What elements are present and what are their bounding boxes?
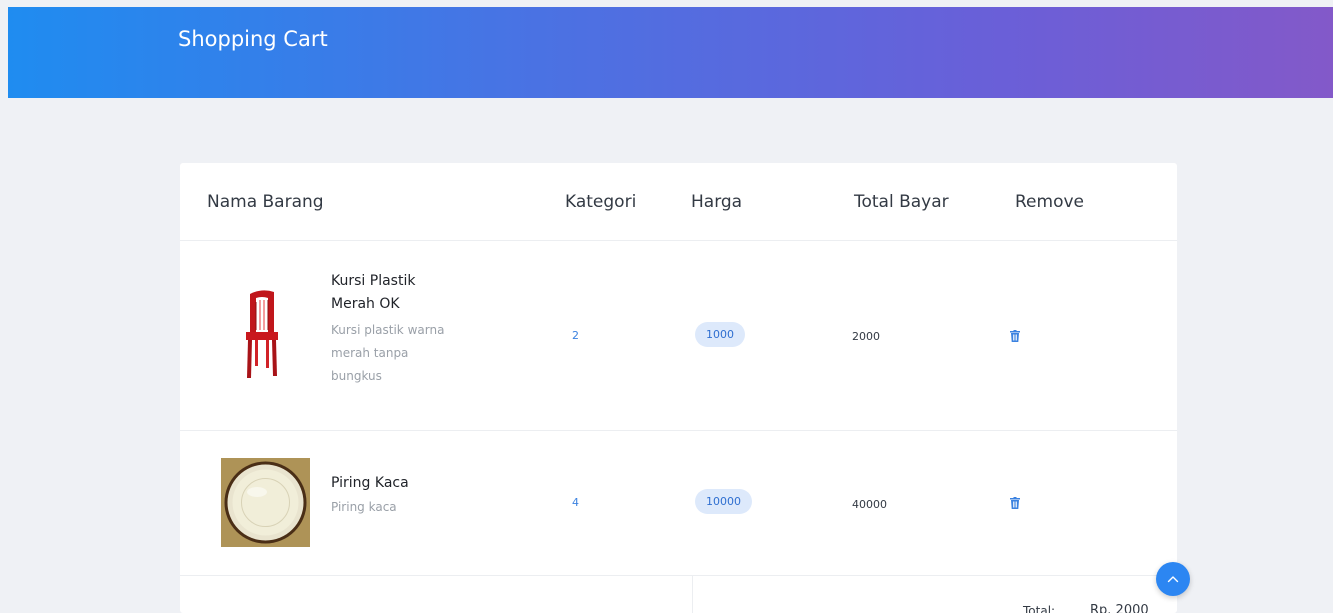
column-header-harga: Harga — [691, 192, 743, 212]
item-harga-badge: 1000 — [695, 322, 745, 347]
column-header-kategori: Kategori — [565, 192, 637, 212]
red-plastic-chair-image — [242, 288, 282, 380]
item-kategori: 4 — [572, 496, 579, 509]
total-value: Rp. 2000 — [1090, 603, 1149, 613]
column-header-nama-barang: Nama Barang — [207, 192, 324, 212]
trash-icon[interactable] — [1010, 494, 1020, 513]
item-harga-badge: 10000 — [695, 489, 752, 514]
item-total-bayar: 2000 — [852, 330, 880, 343]
item-name-line-2: Merah OK — [331, 296, 400, 312]
header-divider — [180, 240, 1177, 241]
item-desc-line-2: merah tanpa — [331, 346, 409, 360]
glass-plate-image — [221, 458, 310, 547]
item-name-line-1: Piring Kaca — [331, 475, 409, 491]
chevron-up-icon — [1167, 575, 1179, 583]
item-desc-line-3: bungkus — [331, 369, 382, 383]
item-name: Piring Kaca — [331, 472, 409, 495]
trash-icon[interactable] — [1010, 327, 1020, 346]
scroll-to-top-button[interactable] — [1156, 562, 1190, 596]
item-name: Kursi Plastik Merah OK — [331, 270, 415, 316]
footer-divider — [692, 575, 693, 613]
total-label: Total: — [1023, 604, 1056, 613]
page-title: Shopping Cart — [178, 27, 328, 51]
item-total-bayar: 40000 — [852, 498, 887, 511]
item-name-line-1: Kursi Plastik — [331, 273, 416, 289]
column-header-remove: Remove — [1015, 192, 1084, 212]
cart-table: Nama Barang Kategori Harga Total Bayar R… — [180, 163, 1177, 613]
item-desc-line-1: Kursi plastik warna — [331, 323, 445, 337]
row-divider — [180, 575, 1177, 576]
item-kategori: 2 — [572, 329, 579, 342]
column-header-total-bayar: Total Bayar — [854, 192, 949, 212]
item-description: Kursi plastik warna merah tanpa bungkus — [331, 319, 444, 388]
item-desc-line-1: Piring kaca — [331, 500, 397, 514]
row-divider — [180, 430, 1177, 431]
header-banner: Shopping Cart — [8, 7, 1333, 98]
item-description: Piring kaca — [331, 496, 397, 519]
